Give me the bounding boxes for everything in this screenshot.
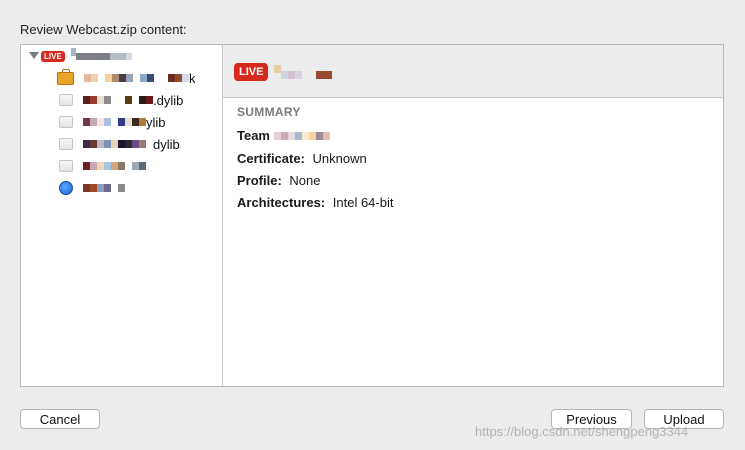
architectures-label: Architectures: (237, 195, 326, 210)
tree-item[interactable] (59, 156, 146, 176)
tree-item-label: .dylib (153, 92, 184, 108)
redacted-app-name (274, 65, 333, 79)
cube-icon (59, 160, 73, 172)
redacted-item-name (83, 140, 153, 148)
cube-icon (59, 138, 73, 150)
cube-icon (59, 116, 73, 128)
live-app-icon: LIVE (41, 50, 65, 62)
team-label: Team (237, 128, 270, 143)
team-row: Team (237, 128, 330, 143)
file-tree[interactable]: LIVE k .dylib ylib dylib (21, 45, 223, 386)
tree-item[interactable]: .dylib (59, 90, 183, 110)
redacted-root-name (70, 48, 132, 60)
redacted-team-value (274, 131, 330, 140)
cube-icon (59, 94, 73, 106)
globe-icon (59, 181, 73, 195)
tree-item[interactable]: dylib (59, 134, 180, 154)
redacted-item-name (83, 96, 153, 104)
tree-item-label: ylib (146, 114, 166, 130)
certificate-value: Unknown (312, 151, 367, 166)
tree-item-label: dylib (153, 136, 180, 152)
redacted-item-name (83, 184, 125, 192)
redacted-item-name (83, 162, 146, 170)
tree-item[interactable] (59, 178, 125, 198)
architectures-value: Intel 64-bit (332, 195, 394, 210)
redacted-item-name (83, 118, 146, 126)
tree-item[interactable]: k (57, 68, 196, 88)
summary-section: SUMMARY Team Certificate: Unknown Profil… (237, 105, 393, 210)
briefcase-icon (57, 68, 74, 85)
certificate-row: Certificate: Unknown (237, 151, 367, 166)
detail-header: LIVE (223, 45, 723, 98)
tree-root[interactable]: LIVE (41, 46, 132, 66)
architectures-row: Architectures: Intel 64-bit (237, 195, 393, 210)
tree-item-label: k (189, 70, 196, 86)
dialog-title: Review Webcast.zip content: (20, 22, 187, 37)
profile-value: None (289, 173, 321, 188)
disclosure-triangle-icon[interactable] (29, 52, 39, 59)
profile-label: Profile: (237, 173, 282, 188)
redacted-item-name (84, 74, 189, 82)
summary-heading: SUMMARY (237, 105, 301, 119)
live-app-icon: LIVE (234, 63, 269, 81)
watermark: https://blog.csdn.net/shengpeng3344 (475, 424, 689, 439)
tree-item[interactable]: ylib (59, 112, 166, 132)
profile-row: Profile: None (237, 173, 321, 188)
certificate-label: Certificate: (237, 151, 305, 166)
content-panel: LIVE k .dylib ylib dylib LIVE SUMMARY Te… (20, 44, 724, 387)
cancel-button[interactable]: Cancel (20, 409, 100, 429)
